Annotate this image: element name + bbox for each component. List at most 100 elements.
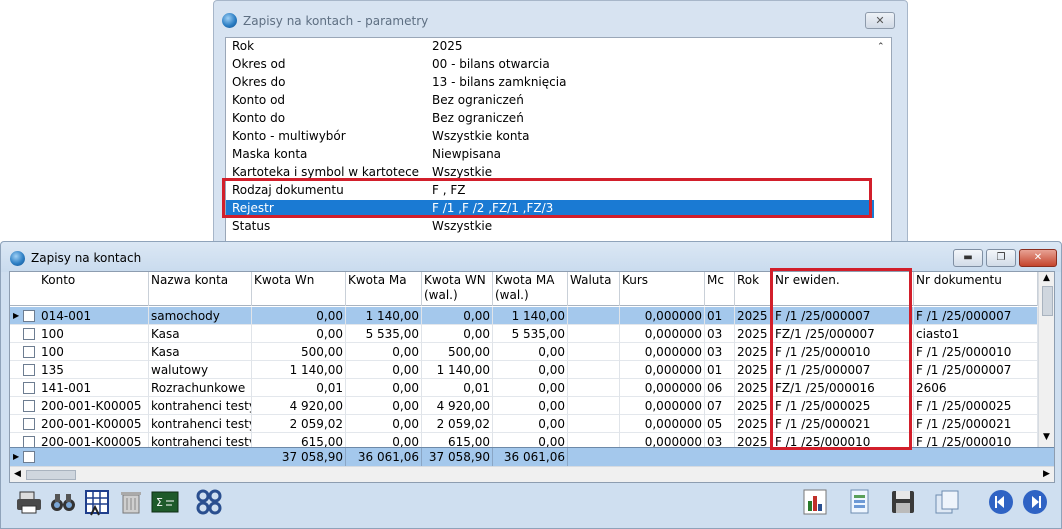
param-row[interactable]: Rodzaj dokumentu F , FZ — [230, 182, 874, 200]
table-row[interactable]: 100 Kasa 0,00 5 535,00 0,00 5 535,00 0,000000 0… — [10, 325, 1038, 343]
column-header-rok[interactable]: Rok — [735, 272, 773, 306]
param-value: 2025 — [432, 39, 463, 53]
row-checkbox[interactable] — [23, 436, 35, 447]
table-row[interactable]: 141-001 Rozrachunkowe 0,01 0,00 0,01 0,00 0,00… — [10, 379, 1038, 397]
column-header-kurs[interactable]: Kurs — [620, 272, 705, 306]
row-pointer-icon: ▶ — [13, 452, 20, 461]
row-checkbox[interactable] — [23, 364, 35, 376]
param-row[interactable]: Konto od Bez ograniczeń — [230, 92, 874, 110]
cell-kwota-wn-wal: 0,01 — [422, 379, 493, 397]
vertical-scrollbar[interactable]: ▲ ▼ — [1038, 272, 1054, 447]
dialog-close-button[interactable]: ✕ — [865, 12, 895, 29]
table-row[interactable]: ▶ 014-001 samochody 0,00 1 140,00 0,00 1 140,0… — [10, 307, 1038, 325]
copy-icon[interactable] — [932, 487, 962, 517]
row-pointer-icon: ▶ — [13, 311, 20, 320]
table-row[interactable]: 100 Kasa 500,00 0,00 500,00 0,00 0,000000 03 202… — [10, 343, 1038, 361]
export-icon[interactable]: Σ — [150, 487, 180, 517]
column-header-kwota-ma-wal[interactable]: Kwota MA (wal.) — [493, 272, 568, 306]
param-row[interactable]: Maska konta Niewpisana — [230, 146, 874, 164]
hscroll-thumb[interactable] — [26, 470, 76, 480]
row-checkbox[interactable] — [23, 451, 35, 463]
column-header-nazwa-konta[interactable]: Nazwa konta — [149, 272, 252, 306]
cell-nazwa-konta: walutowy — [149, 361, 252, 379]
column-header-kwota-wn[interactable]: Kwota Wn — [252, 272, 346, 306]
cell-kwota-ma: 0,00 — [346, 397, 422, 415]
scroll-right-icon[interactable]: ▶ — [1043, 469, 1050, 479]
table-row[interactable]: 200-001-K00005kontrahenci testy/k4 920,0… — [10, 397, 1038, 415]
column-header-nr-ewiden[interactable]: Nr ewiden. — [773, 272, 914, 306]
scroll-left-icon[interactable]: ◀ — [14, 469, 21, 479]
column-header-konto[interactable]: Konto — [39, 272, 149, 306]
param-row[interactable]: Rok 2025 — [230, 38, 874, 56]
row-checkbox[interactable] — [23, 382, 35, 394]
cell-kwota-ma-wal: 0,00 — [493, 433, 568, 447]
close-button[interactable]: ✕ — [1019, 249, 1057, 267]
horizontal-scrollbar[interactable]: ◀ ▶ — [10, 466, 1054, 482]
cell-nr-ewiden: F /1 /25/000007 — [773, 361, 914, 379]
column-header-kwota-wn-wal[interactable]: Kwota WN (wal.) — [422, 272, 493, 306]
filter-icon[interactable] — [194, 487, 224, 517]
cell-mc: 01 — [705, 307, 735, 325]
param-row[interactable]: Kartoteka i symbol w kartotece Wszystkie — [230, 164, 874, 182]
chart-icon[interactable] — [800, 487, 830, 517]
scroll-thumb[interactable] — [1042, 286, 1053, 316]
cell-nazwa-konta: Rozrachunkowe — [149, 379, 252, 397]
prev-icon[interactable] — [986, 487, 1016, 517]
next-icon[interactable] — [1020, 487, 1050, 517]
cell-waluta — [568, 325, 620, 343]
param-value: F /1 ,F /2 ,FZ/1 ,FZ/3 — [432, 201, 554, 215]
cell-nazwa-konta: kontrahenci testy/k — [149, 397, 252, 415]
maximize-button[interactable]: ❐ — [986, 249, 1016, 267]
cell-nazwa-konta: samochody — [149, 307, 252, 325]
cell-konto: 100 — [39, 325, 149, 343]
param-row[interactable]: Status Wszystkie — [230, 218, 874, 236]
row-checkbox[interactable] — [23, 346, 35, 358]
row-checkbox[interactable] — [23, 400, 35, 412]
cell-mc: 05 — [705, 415, 735, 433]
column-header-mc[interactable]: Mc — [705, 272, 735, 306]
row-checkbox[interactable] — [23, 310, 35, 322]
cell-kurs: 0,000000 — [620, 397, 705, 415]
parameters-scrollbar[interactable]: ⌃ — [874, 38, 891, 251]
cell-konto: 200-001-K00005 — [39, 415, 149, 433]
scroll-up-icon[interactable]: ▲ — [1043, 273, 1050, 283]
scroll-down-icon[interactable]: ▼ — [1043, 432, 1050, 442]
table-row[interactable]: 135 walutowy 1 140,00 0,00 1 140,00 0,00 0,000… — [10, 361, 1038, 379]
cell-nr-dokumentu: F /1 /25/000025 — [914, 397, 1038, 415]
row-checkbox[interactable] — [23, 418, 35, 430]
app-icon — [10, 251, 25, 266]
cell-mc: 03 — [705, 433, 735, 447]
cell-nr-dokumentu: F /1 /25/000007 — [914, 361, 1038, 379]
total-kwota-ma: 36 061,06 — [346, 448, 422, 466]
table-row[interactable]: 200-001-K00005kontrahenci testy/k2 059,0… — [10, 415, 1038, 433]
save-icon[interactable] — [888, 487, 918, 517]
cell-kwota-ma: 1 140,00 — [346, 307, 422, 325]
binoculars-icon[interactable] — [48, 487, 78, 517]
table-row[interactable]: 200-001-K00005kontrahenci testy/k615,000… — [10, 433, 1038, 447]
param-row[interactable]: Konto - multiwybór Wszystkie konta — [230, 128, 874, 146]
param-value: Bez ograniczeń — [432, 93, 524, 107]
calculator-icon[interactable] — [82, 487, 112, 517]
cell-kwota-wn: 0,00 — [252, 325, 346, 343]
param-row[interactable]: Okres do 13 - bilans zamknięcia — [230, 74, 874, 92]
cell-nr-ewiden: F /1 /25/000010 — [773, 343, 914, 361]
print-icon[interactable] — [14, 487, 44, 517]
column-header-nr-dokumentu[interactable]: Nr dokumentu — [914, 272, 1038, 306]
param-row[interactable]: Konto do Bez ograniczeń — [230, 110, 874, 128]
cell-nazwa-konta: Kasa — [149, 343, 252, 361]
trash-icon[interactable] — [116, 487, 146, 517]
cell-nazwa-konta: kontrahenci testy/k — [149, 415, 252, 433]
svg-text:Σ: Σ — [156, 496, 163, 509]
param-value: 00 - bilans otwarcia — [432, 57, 550, 71]
minimize-button[interactable]: ▬ — [953, 249, 983, 267]
cell-rok: 2025 — [735, 325, 773, 343]
column-header-kwota-ma[interactable]: Kwota Ma — [346, 272, 422, 306]
param-row[interactable]: Rejestr F /1 ,F /2 ,FZ/1 ,FZ/3 — [226, 200, 874, 218]
param-row[interactable]: Okres od 00 - bilans otwarcia — [230, 56, 874, 74]
column-header-waluta[interactable]: Waluta — [568, 272, 620, 306]
scroll-up-icon[interactable]: ⌃ — [877, 42, 885, 52]
param-label: Status — [232, 219, 271, 233]
report-icon[interactable] — [844, 487, 874, 517]
row-checkbox[interactable] — [23, 328, 35, 340]
parameters-dialog: Zapisy na kontach - parametry ✕ Rok 2025 O… — [213, 0, 908, 251]
